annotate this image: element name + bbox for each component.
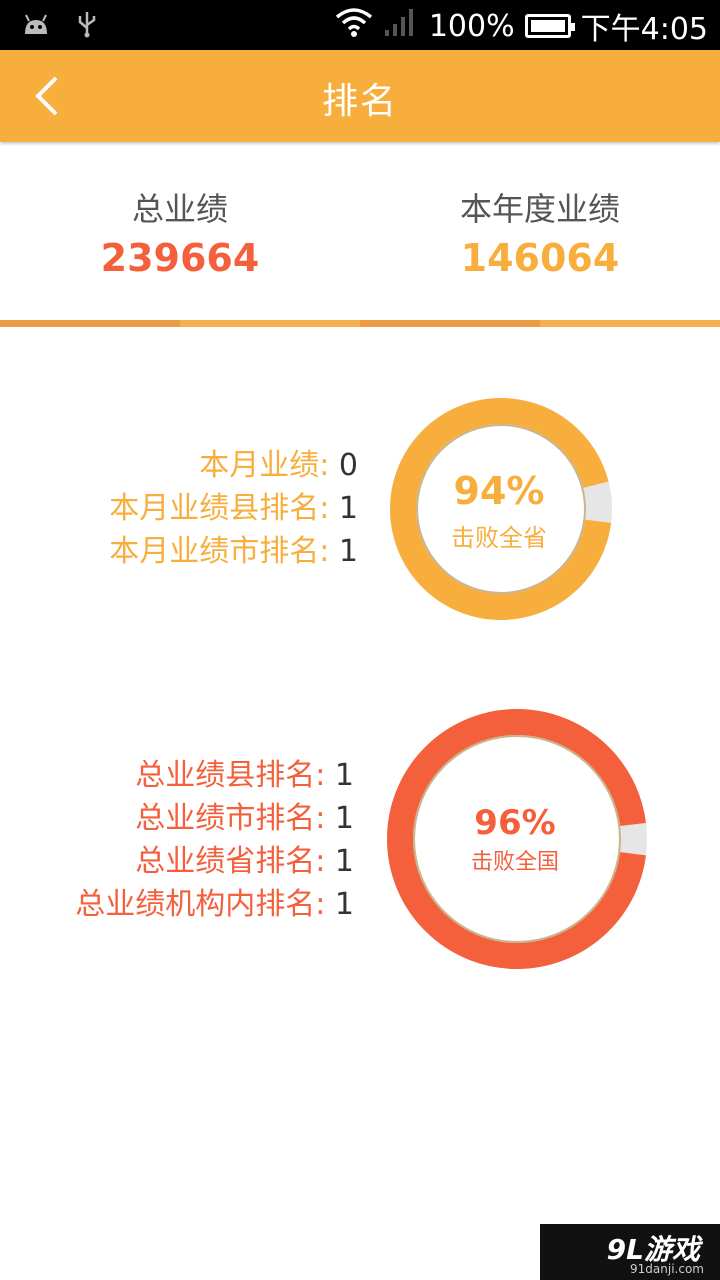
overall-ranking-list: 总业绩县排名: 1 总业绩市排名: 1 总业绩省排名: 1 总业绩机构内排名: … — [75, 754, 354, 926]
overall-row: 总业绩机构内排名: 1 — [75, 883, 354, 926]
row-label: 总业绩机构内排名: — [75, 887, 326, 922]
battery-icon — [524, 14, 575, 38]
country-beat-ring: 96% 击败全国 — [387, 709, 647, 969]
row-label: 总业绩省排名: — [135, 844, 326, 879]
row-label: 总业绩市排名: — [135, 801, 326, 836]
row-label: 总业绩县排名: — [135, 758, 326, 793]
total-performance-value: 239664 — [100, 236, 260, 280]
row-value: 1 — [334, 801, 354, 836]
status-bar: 100% 下午4:05 — [0, 0, 720, 50]
monthly-row: 本月业绩: 0 — [109, 444, 358, 487]
signal-icon — [383, 6, 419, 46]
android-debug-icon — [22, 12, 50, 40]
usb-icon — [76, 10, 98, 42]
clock: 下午4:05 — [580, 12, 708, 47]
row-value: 0 — [338, 448, 358, 483]
ring-subtitle: 击败全省 — [451, 524, 547, 552]
watermark-url: 91danji.com — [630, 1262, 704, 1276]
yearly-performance-value: 146064 — [460, 236, 620, 280]
row-label: 本月业绩县排名: — [109, 491, 330, 526]
section-divider — [0, 320, 720, 327]
row-value: 1 — [338, 491, 358, 526]
page-title: 排名 — [321, 81, 398, 122]
row-value: 1 — [334, 844, 354, 879]
ring-percent: 96% — [474, 803, 555, 843]
ring-percent: 94% — [454, 469, 545, 513]
summary-panel: 总业绩 239664 本年度业绩 146064 — [0, 142, 720, 322]
monthly-row: 本月业绩市排名: 1 — [109, 530, 358, 573]
monthly-ranking-list: 本月业绩: 0 本月业绩县排名: 1 本月业绩市排名: 1 — [109, 444, 358, 573]
ring-subtitle: 击败全国 — [471, 850, 559, 875]
row-value: 1 — [334, 758, 354, 793]
wifi-icon — [335, 7, 373, 45]
yearly-performance: 本年度业绩 146064 — [360, 184, 720, 280]
monthly-row: 本月业绩县排名: 1 — [109, 487, 358, 530]
overall-row: 总业绩市排名: 1 — [75, 797, 354, 840]
battery-percent: 100% — [428, 8, 515, 44]
row-value: 1 — [338, 534, 358, 569]
total-performance-label: 总业绩 — [131, 190, 228, 228]
row-label: 本月业绩市排名: — [109, 534, 330, 569]
yearly-performance-label: 本年度业绩 — [459, 190, 620, 228]
total-performance: 总业绩 239664 — [0, 184, 360, 280]
watermark: 9L游戏 91danji.com — [540, 1224, 720, 1280]
province-beat-ring: 94% 击败全省 — [390, 398, 612, 620]
row-value: 1 — [334, 887, 354, 922]
row-label: 本月业绩: — [199, 448, 330, 483]
app-bar: 排名 — [0, 50, 720, 142]
overall-row: 总业绩县排名: 1 — [75, 754, 354, 797]
overall-row: 总业绩省排名: 1 — [75, 840, 354, 883]
